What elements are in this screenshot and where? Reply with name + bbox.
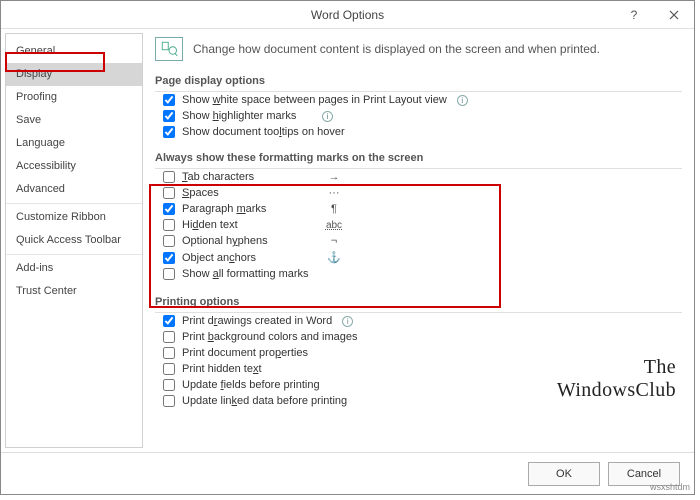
dialog-footer: OK Cancel [1,452,694,494]
option-row: Show white space between pages in Print … [155,92,682,108]
close-button[interactable] [654,1,694,29]
info-icon[interactable]: i [457,95,468,106]
option-label[interactable]: Optional hyphens [182,235,312,247]
option-row: Spaces ··· [155,185,682,201]
sidebar-item-save[interactable]: Save [6,109,142,132]
content-header: Change how document content is displayed… [155,37,682,61]
corner-text: wsxshtdm [650,482,690,492]
option-symbol: abc [319,220,349,231]
option-label[interactable]: Print document properties [182,347,312,359]
option-label[interactable]: Show highlighter marks [182,110,312,122]
option-checkbox[interactable] [163,347,175,359]
option-row: Show all formatting marks [155,266,682,282]
info-icon[interactable]: i [322,111,333,122]
option-symbol: ··· [319,187,349,199]
option-label[interactable]: Tab characters [182,171,312,183]
sidebar-item-general[interactable]: General [6,40,142,63]
sidebar-item-trust-center[interactable]: Trust Center [6,280,142,303]
option-label[interactable]: Show white space between pages in Print … [182,94,447,106]
option-symbol: → [319,171,349,183]
option-row: Paragraph marks ¶ [155,201,682,217]
option-label[interactable]: Print drawings created in Word [182,315,332,327]
option-checkbox[interactable] [163,395,175,407]
section-title-formatting: Always show these formatting marks on th… [155,146,682,169]
option-row: Print drawings created in Word i [155,313,682,329]
option-checkbox[interactable] [163,268,175,280]
display-icon [155,37,183,61]
option-checkbox[interactable] [163,219,175,231]
info-icon[interactable]: i [342,316,353,327]
sidebar-item-display[interactable]: Display [6,63,142,86]
option-checkbox[interactable] [163,126,175,138]
option-row: Show highlighter marks i [155,108,682,124]
category-sidebar: GeneralDisplayProofingSaveLanguageAccess… [5,33,143,448]
option-symbol: ¬ [319,235,349,247]
option-label[interactable]: Print hidden text [182,363,312,375]
option-row: Hidden text abc [155,217,682,233]
option-label[interactable]: Hidden text [182,219,312,231]
option-label[interactable]: Update fields before printing [182,379,320,391]
sidebar-item-customize-ribbon[interactable]: Customize Ribbon [6,206,142,229]
section-page-display: Show white space between pages in Print … [155,92,682,140]
option-label[interactable]: Print background colors and images [182,331,358,343]
sidebar-item-language[interactable]: Language [6,132,142,155]
titlebar-controls: ? [614,1,694,29]
sidebar-item-accessibility[interactable]: Accessibility [6,155,142,178]
option-row: Print background colors and images [155,329,682,345]
option-checkbox[interactable] [163,187,175,199]
section-title-page-display: Page display options [155,69,682,92]
word-options-dialog: Word Options ? GeneralDisplayProofingSav… [0,0,695,495]
option-symbol: ¶ [319,203,349,215]
sidebar-item-proofing[interactable]: Proofing [6,86,142,109]
dialog-body: GeneralDisplayProofingSaveLanguageAccess… [1,29,694,452]
dialog-title: Word Options [311,8,384,22]
option-row: Show document tooltips on hover [155,124,682,140]
option-label[interactable]: Show all formatting marks [182,268,312,280]
option-label[interactable]: Paragraph marks [182,203,312,215]
option-checkbox[interactable] [163,235,175,247]
help-button[interactable]: ? [614,1,654,29]
sidebar-separator [6,203,142,204]
content-pane: Change how document content is displayed… [143,29,694,452]
option-symbol: ⚓ [319,251,349,264]
option-checkbox[interactable] [163,171,175,183]
option-label[interactable]: Object anchors [182,252,312,264]
option-checkbox[interactable] [163,94,175,106]
option-checkbox[interactable] [163,379,175,391]
option-checkbox[interactable] [163,252,175,264]
sidebar-separator [6,254,142,255]
option-label[interactable]: Show document tooltips on hover [182,126,345,138]
sidebar-item-advanced[interactable]: Advanced [6,178,142,201]
close-icon [669,10,679,20]
option-checkbox[interactable] [163,331,175,343]
watermark-logo: The WindowsClub [557,356,676,402]
option-row: Object anchors ⚓ [155,249,682,266]
option-checkbox[interactable] [163,203,175,215]
ok-button[interactable]: OK [528,462,600,486]
section-formatting-marks: Tab characters → Spaces ··· Paragraph marks ¶… [155,169,682,284]
option-row: Optional hyphens ¬ [155,233,682,249]
option-checkbox[interactable] [163,110,175,122]
titlebar: Word Options ? [1,1,694,29]
option-checkbox[interactable] [163,363,175,375]
sidebar-item-add-ins[interactable]: Add-ins [6,257,142,280]
option-row: Tab characters → [155,169,682,185]
content-header-text: Change how document content is displayed… [193,42,600,56]
section-title-printing: Printing options [155,290,682,313]
sidebar-item-quick-access-toolbar[interactable]: Quick Access Toolbar [6,229,142,252]
option-label[interactable]: Spaces [182,187,312,199]
option-checkbox[interactable] [163,315,175,327]
option-label[interactable]: Update linked data before printing [182,395,347,407]
